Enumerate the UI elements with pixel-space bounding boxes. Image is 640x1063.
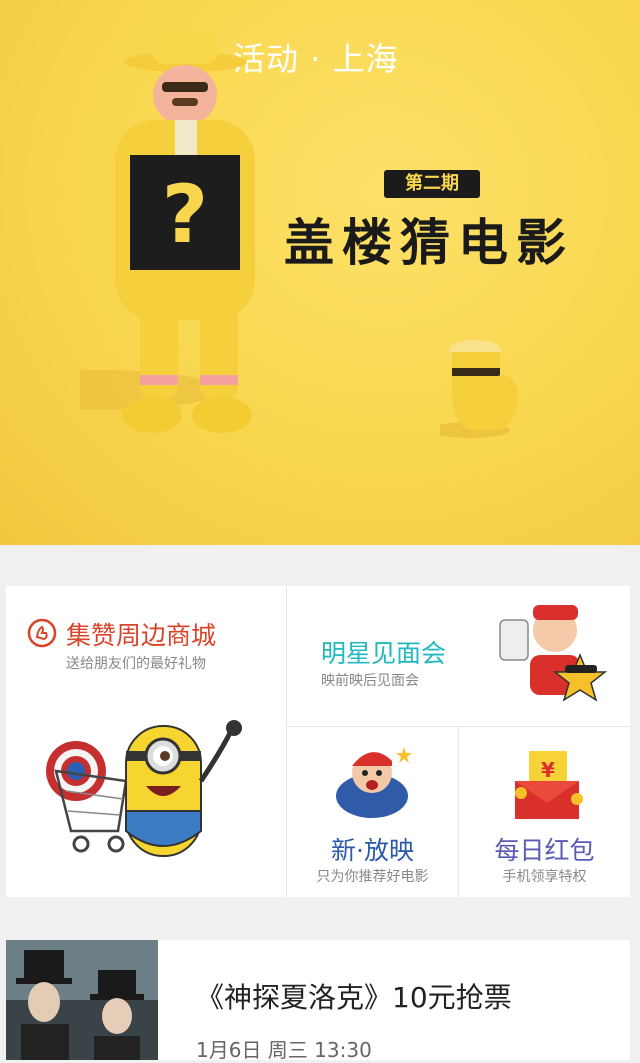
red-packet-subtitle: 手机领享特权 — [502, 869, 587, 885]
character-illustration: ? — [80, 30, 255, 433]
dog-illustration — [440, 340, 519, 438]
episode-badge: 第二期 — [384, 170, 480, 198]
red-packet-tile[interactable]: ¥ 每日红包 手机领享特权 — [459, 727, 630, 897]
feature-grid: 集赞周边商城 送给朋友们的最好礼物 明星见面会 映前映后见面会 新·放映 只为你… — [6, 586, 630, 897]
minion-cart-illustration — [46, 720, 242, 857]
star-meeting-title: 明星见面会 — [321, 639, 447, 668]
gift-hand-icon — [27, 618, 57, 648]
mall-tile[interactable]: 集赞周边商城 送给朋友们的最好礼物 — [6, 586, 287, 897]
hero-banner[interactable]: 活动 · 上海 ? 第二期 盖楼猜电影 — [0, 0, 640, 545]
red-packet-title: 每日红包 — [494, 836, 595, 865]
event-title: 《神探夏洛克》10元抢票 — [196, 981, 512, 1014]
event-card[interactable]: 《神探夏洛克》10元抢票 1月6日 周三 13:30 — [6, 940, 630, 1062]
star-mascot-illustration — [499, 605, 608, 702]
mall-title: 集赞周边商城 — [66, 621, 217, 650]
red-packet-icon: ¥ — [515, 751, 583, 819]
new-release-mascot-icon — [336, 747, 412, 818]
star-meeting-tile[interactable]: 明星见面会 映前映后见面会 — [287, 586, 630, 727]
svg-text:¥: ¥ — [541, 758, 555, 782]
new-release-tile[interactable]: 新·放映 只为你推荐好电影 — [287, 727, 459, 897]
banner-title: 盖楼猜电影 — [284, 214, 574, 272]
event-date: 1月6日 周三 13:30 — [196, 1038, 372, 1062]
mall-subtitle: 送给朋友们的最好礼物 — [66, 656, 206, 672]
event-poster-image — [6, 940, 158, 1060]
new-release-title: 新·放映 — [331, 836, 414, 865]
star-meeting-subtitle: 映前映后见面会 — [321, 673, 419, 689]
new-release-subtitle: 只为你推荐好电影 — [316, 869, 429, 885]
question-mark: ? — [162, 168, 208, 261]
